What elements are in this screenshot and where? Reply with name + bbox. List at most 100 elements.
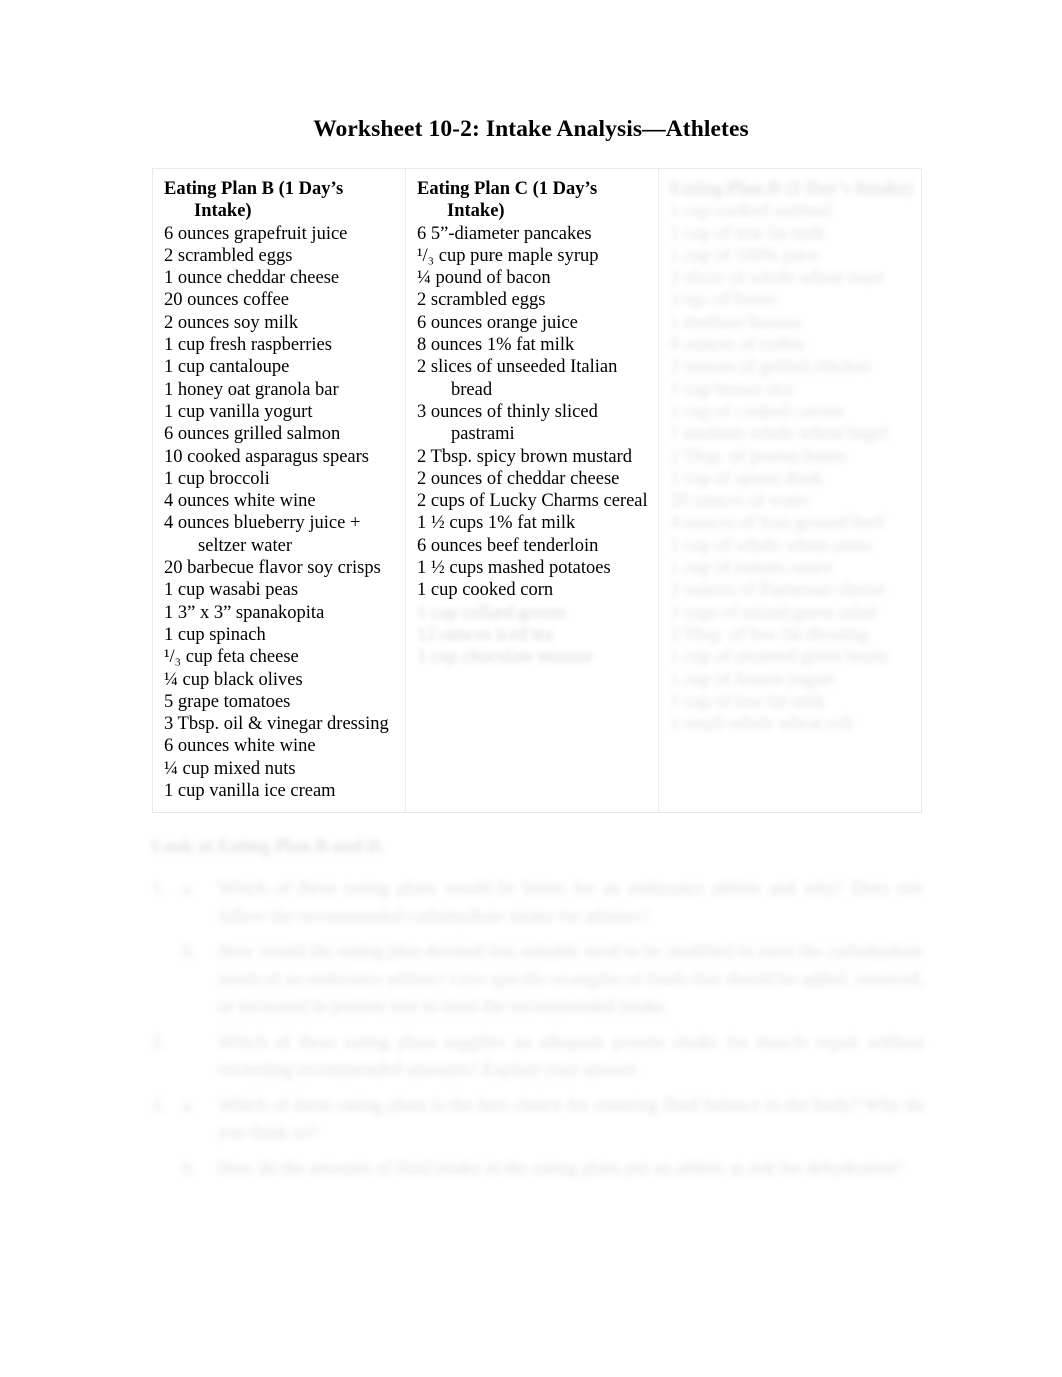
list-item-illegible: 1 cup cooked oatmeal <box>670 201 832 222</box>
list-item: 3 Tbsp. oil & vinegar dressing <box>164 714 389 735</box>
list-item: 1 cup cantaloupe <box>164 357 290 378</box>
list-item: 10 cooked asparagus spears <box>164 446 369 467</box>
food-list-plan-b: 6 ounces grapefruit juice 2 scrambled eg… <box>164 223 397 803</box>
question-sub-letter: a. <box>182 1095 195 1116</box>
list-item: 4 ounces blueberry juice + seltzer water <box>164 513 366 556</box>
list-item: 1 cup vanilla yogurt <box>164 401 313 422</box>
list-item-illegible: 1 medium whole wheat bagel <box>670 424 888 445</box>
list-item-illegible: 1 cup collard greens <box>417 602 567 623</box>
list-item: 2 Tbsp. spicy brown mustard <box>417 446 632 467</box>
question-text: Which of these eating plans is the best … <box>218 1095 924 1144</box>
column-header-plan-b: Eating Plan B (1 Day’s Intake) <box>164 179 344 222</box>
list-item: 5 grape tomatoes <box>164 691 291 712</box>
list-item: 1 cup wasabi peas <box>164 580 299 601</box>
list-item: 2 scrambled eggs <box>417 290 546 311</box>
list-item: ¹/₃ cup pure maple syrup <box>417 245 599 266</box>
question-text: How do the amounts of fluid intake in th… <box>218 1158 903 1179</box>
list-item: 6 5”-diameter pancakes <box>417 223 592 244</box>
list-item: 2 ounces of cheddar cheese <box>417 468 620 489</box>
list-item-illegible: 2 Tbsp. of peanut butter <box>670 446 847 467</box>
intake-table: Eating Plan B (1 Day’s Intake) 6 ounces … <box>152 168 922 813</box>
list-item: 6 ounces beef tenderloin <box>417 535 599 556</box>
list-item-illegible: 2 slices of whole wheat toast <box>670 268 884 289</box>
list-item: 6 ounces orange juice <box>417 312 578 333</box>
list-item: 1 cup broccoli <box>164 468 270 489</box>
list-item-illegible: 8 ounces of coffee <box>670 335 806 356</box>
question-item: 2. Which of these eating plans supplies … <box>152 1030 924 1085</box>
table-column-plan-c: Eating Plan C (1 Day’s Intake) 6 5”-diam… <box>406 169 659 812</box>
list-item-illegible: 20 ounces of water <box>670 491 811 512</box>
worksheet-page: Worksheet 10-2: Intake Analysis—Athletes… <box>0 0 1062 1377</box>
question-number: 1. <box>152 879 166 900</box>
list-item: 1 cup cooked corn <box>417 580 554 601</box>
list-item-illegible: 1 cup of frozen yogurt <box>670 669 836 690</box>
table-column-plan-b: Eating Plan B (1 Day’s Intake) 6 ounces … <box>153 169 406 812</box>
list-item-illegible: 1 cup of low fat milk <box>670 223 826 244</box>
question-sub-letter: b. <box>182 1158 196 1179</box>
list-item-illegible: 1 cup of sports drink <box>670 468 824 489</box>
list-item: 8 ounces 1% fat milk <box>417 335 575 356</box>
food-list-plan-c: 6 5”-diameter pancakes ¹/₃ cup pure mapl… <box>417 223 650 669</box>
list-item-illegible: 1 cup brown rice <box>670 379 795 400</box>
column-header-plan-d: Eating Plan D (1 Day’s Intake) <box>670 179 913 199</box>
list-item: ¼ cup mixed nuts <box>164 758 296 779</box>
list-item-illegible: 12 ounces iced tea <box>417 624 554 645</box>
list-item: 1 ½ cups mashed potatoes <box>417 558 611 579</box>
list-item: 1 honey oat granola bar <box>164 379 339 400</box>
list-item-illegible: 1 cup of tomato sauce <box>670 558 833 579</box>
list-item: 1 ounce cheddar cheese <box>164 268 340 289</box>
list-item-illegible: 1 cup chocolate mousse <box>417 647 594 668</box>
list-item: 20 barbecue flavor soy crisps <box>164 558 381 579</box>
list-item-illegible: 2 ounces of grilled chicken <box>670 357 871 378</box>
list-item: ¼ cup black olives <box>164 669 303 690</box>
list-item: 3 ounces of thinly sliced pastrami <box>417 401 603 445</box>
list-item-illegible: 1 cup of whole wheat pasta <box>670 535 872 556</box>
question-sub-letter: a. <box>182 879 195 900</box>
question-item: 1. a. Which of these eating plans would … <box>152 876 924 931</box>
list-item: 1 3” x 3” spanakopita <box>164 602 325 623</box>
question-text: How would the eating plan deemed less su… <box>218 942 924 1018</box>
question-number: 2. <box>152 1032 166 1053</box>
list-item-illegible: 1 small whole wheat roll <box>670 714 853 735</box>
list-item: 6 ounces grilled salmon <box>164 424 341 445</box>
question-text: Which of these eating plans supplies an … <box>218 1032 924 1081</box>
question-item: 3. a. Which of these eating plans is the… <box>152 1093 924 1148</box>
question-sub-letter: b. <box>182 942 196 963</box>
list-item: 2 scrambled eggs <box>164 245 293 266</box>
list-item-illegible: 1 cup of 100% juice <box>670 245 819 266</box>
list-item: ¹/₃ cup feta cheese <box>164 647 299 668</box>
question-item: b. How would the eating plan deemed less… <box>152 939 924 1022</box>
list-item: 2 slices of unseeded Italian bread <box>417 357 622 400</box>
question-number <box>152 939 182 1022</box>
list-item-illegible: 4 ounces of lean ground beef <box>670 513 885 534</box>
list-item: 1 ½ cups 1% fat milk <box>417 513 576 534</box>
list-item-illegible: 1 cup of low fat milk <box>670 691 826 712</box>
list-item-illegible: 2 tsp. of butter <box>670 290 778 311</box>
column-header-plan-c: Eating Plan C (1 Day’s Intake) <box>417 179 598 222</box>
list-item: 6 ounces grapefruit juice <box>164 223 348 244</box>
questions-section: Look at Eating Plan B and D. 1. a. Which… <box>152 836 924 1191</box>
question-number: 3. <box>152 1095 166 1116</box>
table-column-plan-d: Eating Plan D (1 Day’s Intake) 1 cup coo… <box>659 169 921 812</box>
question-item: b. How do the amounts of fluid intake in… <box>152 1156 924 1184</box>
list-item: 6 ounces white wine <box>164 736 316 757</box>
list-item-illegible: 1 cup of steamed green beans <box>670 647 889 668</box>
list-item-illegible: 1 medium banana <box>670 312 802 333</box>
page-title: Worksheet 10-2: Intake Analysis—Athletes <box>313 116 749 142</box>
list-item: 1 cup spinach <box>164 624 266 645</box>
list-item-illegible: 2 Tbsp. of low fat dressing <box>670 624 868 645</box>
questions-intro: Look at Eating Plan B and D. <box>152 837 385 857</box>
list-item-illegible: 1 cup of cooked carrots <box>670 401 844 422</box>
list-item: 1 cup vanilla ice cream <box>164 781 336 802</box>
question-sub-letter <box>182 1030 218 1085</box>
list-item: ¼ pound of bacon <box>417 268 551 289</box>
list-item: 2 cups of Lucky Charms cereal <box>417 491 648 512</box>
list-item: 1 cup fresh raspberries <box>164 335 332 356</box>
question-number <box>152 1156 182 1184</box>
list-item: 20 ounces coffee <box>164 290 289 311</box>
food-list-plan-d: 1 cup cooked oatmeal 1 cup of low fat mi… <box>670 200 913 735</box>
list-item-illegible: 2 ounces of Parmesan cheese <box>670 580 886 601</box>
question-text: Which of these eating plans would be bet… <box>218 879 924 927</box>
list-item: 4 ounces white wine <box>164 491 316 512</box>
list-item-illegible: 2 cups of mixed green salad <box>670 602 878 623</box>
